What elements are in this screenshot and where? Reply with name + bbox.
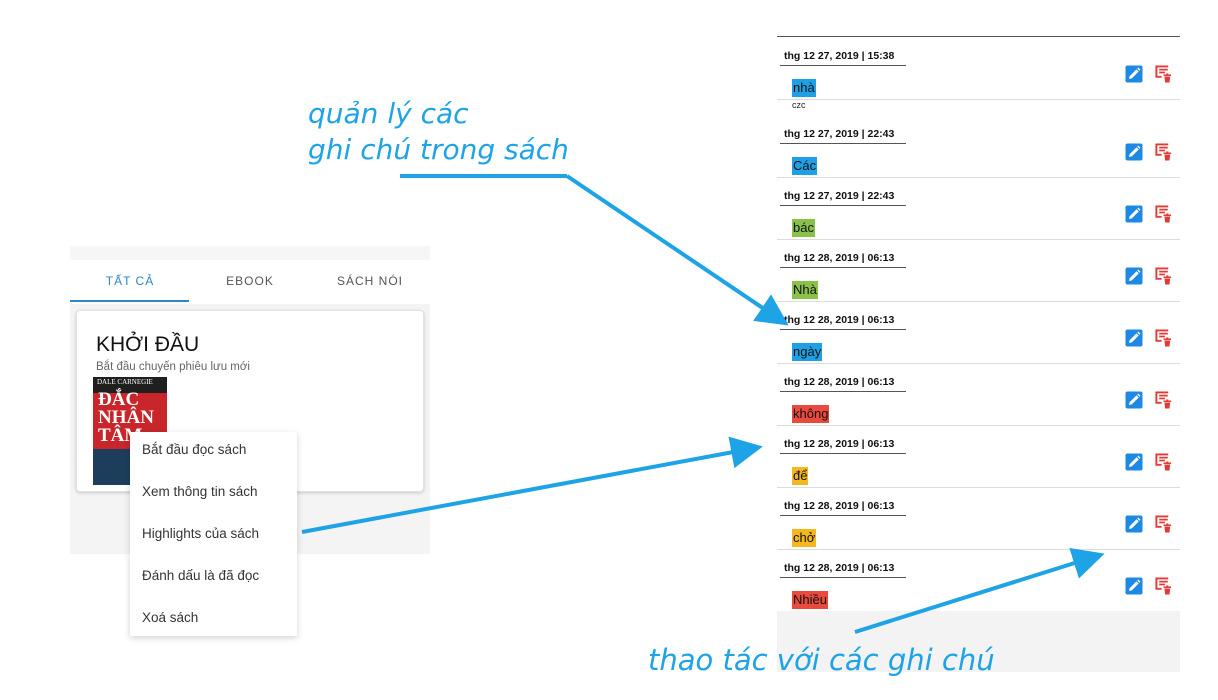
note-date-underline (780, 143, 906, 144)
edit-icon[interactable] (1125, 205, 1143, 223)
note-item[interactable]: thg 12 27, 2019 | 22:43 bác (777, 177, 1180, 240)
tab-audiobook[interactable]: SÁCH NÓI (310, 262, 430, 302)
note-date: thg 12 28, 2019 | 06:13 (784, 562, 895, 574)
note-highlight-text: ngày (792, 343, 823, 361)
note-date: thg 12 28, 2019 | 06:13 (784, 500, 895, 512)
arrow-to-notes (565, 174, 789, 326)
note-highlight-text: Các (792, 157, 818, 175)
book-context-menu: Bắt đầu đọc sách Xem thông tin sách High… (130, 432, 297, 636)
note-date-underline (780, 65, 906, 66)
note-item[interactable]: thg 12 28, 2019 | 06:13 không (777, 363, 1180, 426)
edit-icon[interactable] (1125, 515, 1143, 533)
edit-icon[interactable] (1125, 391, 1143, 409)
annotation-line: quản lý các (308, 97, 469, 130)
menu-book-info[interactable]: Xem thông tin sách (130, 474, 297, 516)
note-item[interactable]: thg 12 28, 2019 | 06:13 để (777, 425, 1180, 488)
note-date-underline (780, 205, 906, 206)
delete-icon[interactable] (1154, 266, 1173, 286)
note-date: thg 12 28, 2019 | 06:13 (784, 314, 895, 326)
note-item[interactable]: thg 12 28, 2019 | 06:13 Nhà (777, 239, 1180, 302)
tab-all[interactable]: TẤT CẢ (70, 262, 190, 302)
note-date: thg 12 28, 2019 | 06:13 (784, 252, 895, 264)
edit-icon[interactable] (1125, 143, 1143, 161)
delete-icon[interactable] (1154, 142, 1173, 162)
delete-icon[interactable] (1154, 64, 1173, 84)
edit-icon[interactable] (1125, 577, 1143, 595)
annotation-manage-notes: quản lý các ghi chú trong sách (308, 96, 569, 168)
note-highlight-text: bác (792, 219, 815, 237)
delete-icon[interactable] (1154, 452, 1173, 472)
note-highlight-text: không (792, 405, 830, 423)
annotation-note-actions: thao tác với các ghi chú (648, 643, 995, 677)
card-subtitle: Bắt đầu chuyến phiêu lưu mới (96, 361, 250, 373)
tab-ebook[interactable]: EBOOK (190, 262, 310, 302)
edit-icon[interactable] (1125, 329, 1143, 347)
note-date: thg 12 27, 2019 | 22:43 (784, 190, 895, 202)
card-title: KHỞI ĐẦU (96, 333, 200, 356)
edit-icon[interactable] (1125, 453, 1143, 471)
tab-bar: TẤT CẢ EBOOK SÁCH NÓI (70, 262, 430, 302)
delete-icon[interactable] (1154, 204, 1173, 224)
note-highlight-text: chở (792, 529, 817, 547)
note-date-underline (780, 391, 906, 392)
note-comment: czc (792, 100, 806, 110)
note-date: thg 12 28, 2019 | 06:13 (784, 376, 895, 388)
note-item[interactable]: thg 12 27, 2019 | 22:43 Các (777, 115, 1180, 178)
active-tab-indicator (70, 300, 189, 302)
note-date-underline (780, 577, 906, 578)
delete-icon[interactable] (1154, 576, 1173, 596)
edit-icon[interactable] (1125, 267, 1143, 285)
menu-mark-as-read[interactable]: Đánh dấu là đã đọc (130, 558, 297, 600)
note-date: thg 12 27, 2019 | 22:43 (784, 128, 895, 140)
note-date-underline (780, 515, 906, 516)
note-item[interactable]: thg 12 27, 2019 | 15:38 nhà czc (777, 37, 1180, 110)
delete-icon[interactable] (1154, 514, 1173, 534)
menu-delete-book[interactable]: Xoá sách (130, 600, 297, 642)
note-item[interactable]: thg 12 28, 2019 | 06:13 ngày (777, 301, 1180, 364)
note-highlight-text: Nhà (792, 281, 818, 299)
edit-icon[interactable] (1125, 65, 1143, 83)
note-date: thg 12 27, 2019 | 15:38 (784, 50, 895, 62)
note-item[interactable]: thg 12 28, 2019 | 06:13 Nhiều (777, 549, 1180, 612)
delete-icon[interactable] (1154, 390, 1173, 410)
note-date-underline (780, 267, 906, 268)
note-date-underline (780, 329, 906, 330)
menu-start-reading[interactable]: Bắt đầu đọc sách (130, 432, 297, 474)
note-date-underline (780, 453, 906, 454)
annotation-line: ghi chú trong sách (308, 133, 569, 166)
menu-book-highlights[interactable]: Highlights của sách (130, 516, 297, 558)
notes-panel: thg 12 27, 2019 | 15:38 nhà czc thg 12 27, … (777, 36, 1180, 672)
note-highlight-text: để (792, 467, 809, 485)
note-date: thg 12 28, 2019 | 06:13 (784, 438, 895, 450)
note-highlight-text: nhà (792, 79, 816, 97)
note-highlight-text: Nhiều (792, 591, 828, 609)
note-item[interactable]: thg 12 28, 2019 | 06:13 chở (777, 487, 1180, 550)
top-strip (70, 246, 430, 260)
delete-icon[interactable] (1154, 328, 1173, 348)
